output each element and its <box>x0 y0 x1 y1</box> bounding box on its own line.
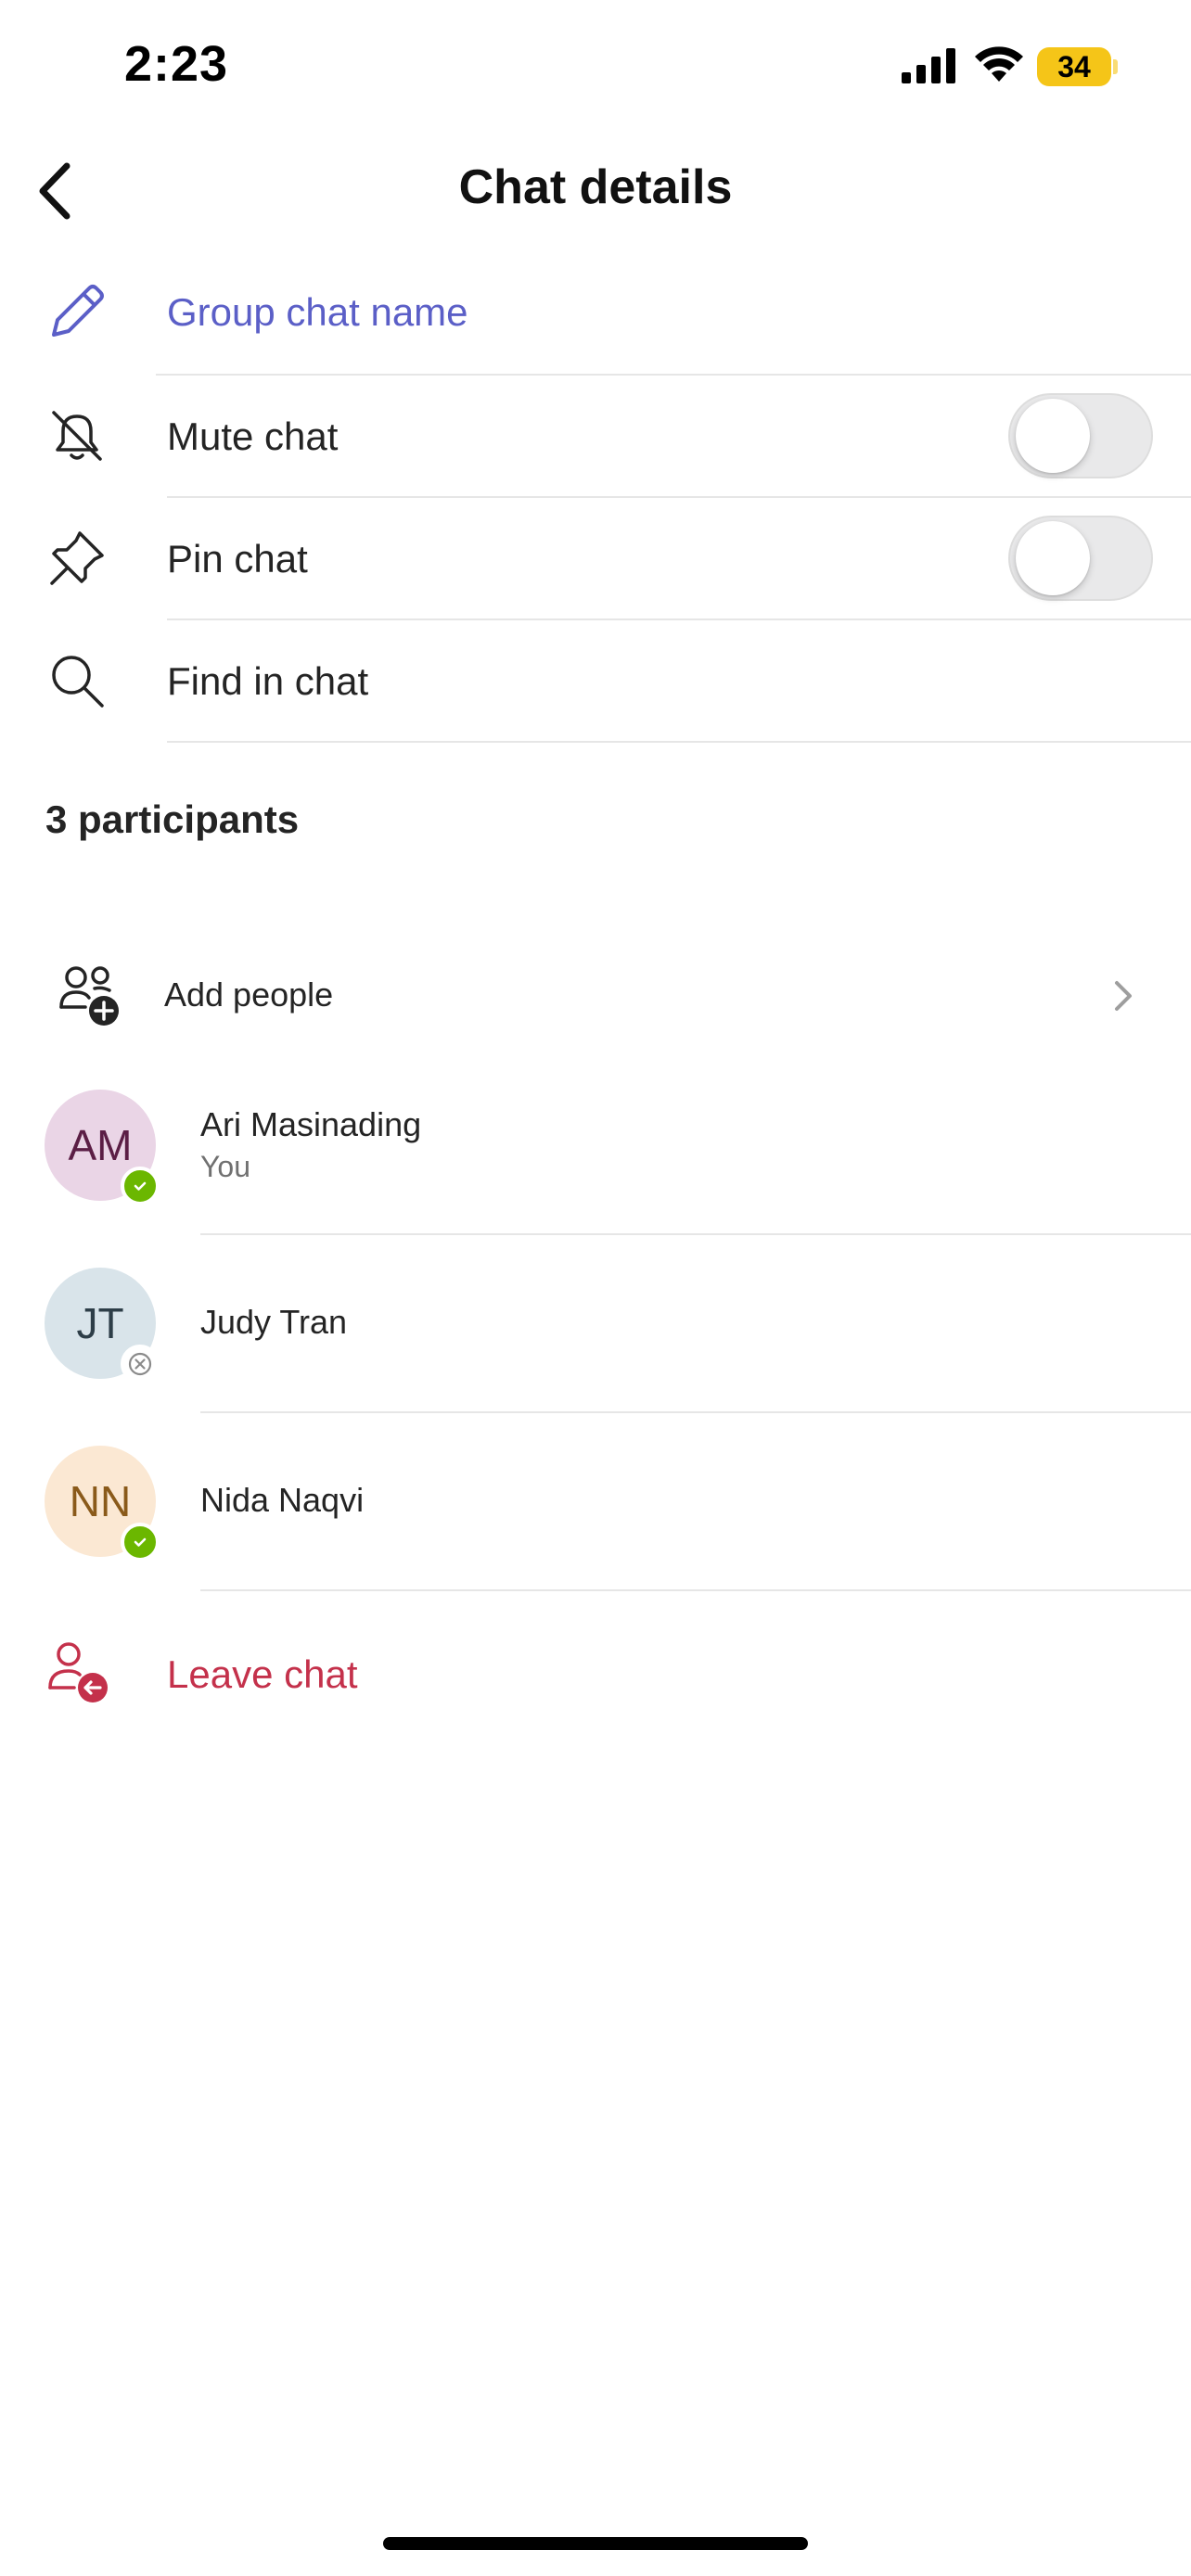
avatar-initials: NN <box>69 1477 132 1525</box>
participant-subtitle: You <box>200 1150 250 1183</box>
add-people-label: Add people <box>164 976 334 1014</box>
divider <box>200 1589 1191 1591</box>
leave-chat-icon <box>46 1641 113 1708</box>
home-indicator <box>383 2537 808 2550</box>
page-title: Chat details <box>458 160 733 214</box>
pin-icon <box>41 522 113 594</box>
toggle-knob <box>1016 521 1090 595</box>
pencil-icon <box>41 275 113 348</box>
divider <box>167 741 1191 743</box>
mute-chat-toggle[interactable] <box>1008 393 1153 478</box>
pin-chat-row: Pin chat <box>0 498 1191 618</box>
battery-level: 34 <box>1057 49 1091 83</box>
battery-tip <box>1113 59 1118 74</box>
leave-chat-label: Leave chat <box>167 1652 358 1696</box>
participant-name: Ari Masinading <box>200 1105 422 1143</box>
pin-chat-toggle[interactable] <box>1008 516 1153 601</box>
status-time: 2:23 <box>124 36 229 92</box>
mute-chat-row: Mute chat <box>0 376 1191 496</box>
presence-available-icon <box>121 1167 160 1205</box>
pin-chat-label: Pin chat <box>167 537 308 580</box>
participant-row[interactable]: JT Judy Tran <box>0 1235 1191 1411</box>
participant-name: Nida Naqvi <box>200 1481 365 1519</box>
add-people-icon <box>58 964 124 1027</box>
search-icon <box>41 644 113 717</box>
participants-count: 3 participants <box>45 797 300 841</box>
participant-name: Judy Tran <box>200 1303 348 1341</box>
group-chat-name-label: Group chat name <box>167 290 468 334</box>
group-chat-name-row[interactable]: Group chat name <box>0 250 1191 373</box>
bell-off-icon <box>41 400 113 472</box>
wifi-icon <box>975 46 1023 82</box>
find-in-chat-label: Find in chat <box>167 659 369 703</box>
battery-indicator: 34 <box>1037 47 1111 86</box>
avatar-initials: JT <box>76 1299 124 1347</box>
presence-offline-icon <box>121 1345 160 1384</box>
chevron-right-icon <box>1115 981 1132 1011</box>
toggle-knob <box>1016 399 1090 473</box>
avatar-initials: AM <box>68 1121 133 1169</box>
mute-chat-label: Mute chat <box>167 414 339 458</box>
leave-chat-row[interactable]: Leave chat <box>0 1613 1191 1734</box>
participant-row[interactable]: AM Ari Masinading You <box>0 1066 1191 1233</box>
find-in-chat-row[interactable]: Find in chat <box>0 620 1191 741</box>
presence-available-icon <box>121 1523 160 1562</box>
participant-row[interactable]: NN Nida Naqvi <box>0 1413 1191 1589</box>
cellular-signal-icon <box>902 48 955 83</box>
add-people-row[interactable]: Add people <box>0 946 1191 1046</box>
